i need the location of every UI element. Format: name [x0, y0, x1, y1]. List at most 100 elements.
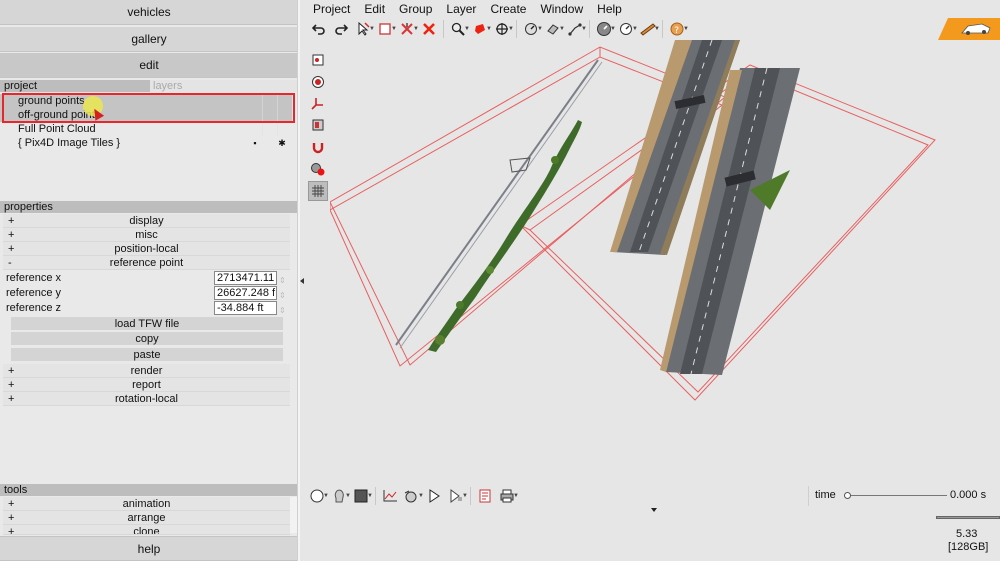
property-section-rotation-local[interactable]: + rotation-local	[3, 392, 290, 406]
asterisk-icon[interactable]: ✱	[275, 136, 289, 150]
shape-icon[interactable]: ▼	[469, 19, 492, 39]
time-value: 0.000 s	[950, 489, 987, 501]
box-icon[interactable]: ▼	[374, 19, 397, 39]
tools-item-animation[interactable]: + animation	[3, 497, 290, 511]
path-icon[interactable]: ▼	[564, 19, 587, 39]
project-item-label: Full Point Cloud	[18, 123, 96, 135]
target-icon[interactable]	[308, 72, 328, 92]
project-header: project layers	[0, 80, 298, 92]
select-icon[interactable]: ▼	[352, 19, 375, 39]
spinner-icon[interactable]: ⇕	[279, 288, 288, 300]
timeline: time 0.000 s	[808, 486, 1000, 506]
menu-layer[interactable]: Layer	[439, 2, 483, 16]
reference-y-input[interactable]: 26627.248 f	[214, 286, 277, 300]
camera-path-icon[interactable]: ▼	[401, 486, 424, 506]
load-tfw-file-button[interactable]: load TFW file	[11, 317, 283, 331]
menu-edit[interactable]: Edit	[357, 2, 392, 16]
reference-y-label: reference y	[6, 287, 62, 299]
grid-icon[interactable]	[308, 181, 328, 201]
collapse-panel-icon[interactable]	[300, 278, 304, 284]
undo-icon[interactable]	[308, 19, 330, 39]
edit-button[interactable]: edit	[0, 53, 298, 78]
menu-help[interactable]: Help	[590, 2, 629, 16]
tools-item-label: animation	[122, 498, 171, 510]
property-section-label: render	[130, 365, 163, 377]
vehicle-logo-icon	[938, 18, 1000, 40]
visibility-icon[interactable]: ▪	[248, 136, 262, 150]
help-button[interactable]: help	[0, 536, 298, 561]
project-item-full-point-cloud[interactable]: Full Point Cloud	[0, 122, 292, 136]
move-icon[interactable]: ▼	[491, 19, 514, 39]
property-section-render[interactable]: + render	[3, 364, 290, 378]
project-tab[interactable]: project	[4, 80, 37, 92]
axis-icon[interactable]	[308, 93, 328, 113]
graph-icon[interactable]	[379, 486, 401, 506]
menu-project[interactable]: Project	[306, 2, 357, 16]
redo-icon[interactable]	[330, 19, 352, 39]
reference-z-label: reference z	[6, 302, 62, 314]
paste-button[interactable]: paste	[11, 348, 283, 362]
time-slider-handle[interactable]	[844, 492, 851, 499]
copy-button[interactable]: copy	[11, 332, 283, 346]
property-section-misc[interactable]: + misc	[3, 228, 290, 242]
property-section-position-local[interactable]: + position-local	[3, 242, 290, 256]
circle-icon[interactable]: ▼	[306, 486, 329, 506]
help-icon[interactable]: ? ▼	[666, 19, 689, 39]
ruler-icon[interactable]: ▼	[637, 19, 660, 39]
viewport-dropdown-icon[interactable]	[651, 508, 657, 512]
report-icon[interactable]	[474, 486, 496, 506]
zoom-icon[interactable]: ▼	[447, 19, 470, 39]
view-camera-icon[interactable]	[308, 50, 328, 70]
reference-z-row: reference z -34.884 ft ⇕	[3, 301, 290, 316]
close-icon[interactable]	[418, 19, 440, 39]
tools-item-label: arrange	[127, 512, 166, 524]
reference-z-input[interactable]: -34.884 ft	[214, 301, 277, 315]
reference-x-row: reference x 2713471.11 ⇕	[3, 271, 290, 286]
settings-record-icon[interactable]	[308, 159, 328, 179]
paint-icon[interactable]: ▼	[542, 19, 565, 39]
tools-item-arrange[interactable]: + arrange	[3, 511, 290, 525]
memory-readout: [128GB]	[948, 541, 989, 553]
layers-tab[interactable]: layers	[150, 80, 298, 92]
tools-header: tools	[0, 484, 298, 496]
menu-group[interactable]: Group	[392, 2, 439, 16]
time-slider-track[interactable]	[847, 495, 947, 496]
property-section-label: position-local	[114, 243, 179, 255]
point-cloud-vegetation	[428, 120, 582, 352]
main-toolbar: ▼ ▼ ▼ ▼ ▼ ▼ ▼ ▼ ▼ ▼ ▼ ▼ ? ▼	[308, 19, 689, 39]
delete-points-icon[interactable]: ▼	[396, 19, 419, 39]
reference-x-input[interactable]: 2713471.11	[214, 271, 277, 285]
clock-icon[interactable]: ▼	[615, 19, 638, 39]
print-icon[interactable]: ▼	[496, 486, 519, 506]
play-icon[interactable]	[423, 486, 445, 506]
spinner-icon[interactable]: ⇕	[279, 303, 288, 315]
3d-viewport[interactable]	[330, 40, 1000, 480]
menu-window[interactable]: Window	[533, 2, 590, 16]
property-section-display[interactable]: + display	[3, 214, 290, 228]
menu-create[interactable]: Create	[483, 2, 533, 16]
layer-view-icon[interactable]	[308, 115, 328, 135]
project-item-cell[interactable]	[262, 122, 276, 136]
gauge-icon[interactable]: ▼	[593, 19, 616, 39]
progress-bar	[936, 516, 1000, 519]
tools-scrollbar[interactable]	[290, 497, 297, 533]
property-section-label: report	[132, 379, 161, 391]
square-fill-icon[interactable]: ▼	[350, 486, 373, 506]
tools-item-clone[interactable]: + clone	[3, 525, 290, 535]
properties-header: properties	[0, 201, 298, 213]
property-section-report[interactable]: + report	[3, 378, 290, 392]
head-icon[interactable]: ▼	[328, 486, 351, 506]
project-item-cell[interactable]	[277, 122, 291, 136]
spinner-icon[interactable]: ⇕	[279, 273, 288, 285]
property-section-reference-point[interactable]: - reference point	[3, 256, 290, 270]
magnet-icon[interactable]	[308, 137, 328, 157]
vehicles-button[interactable]: vehicles	[0, 0, 298, 25]
menu-bar: Project Edit Group Layer Create Window H…	[306, 2, 629, 16]
measure-icon[interactable]: ▼	[520, 19, 543, 39]
gallery-button[interactable]: gallery	[0, 27, 298, 52]
project-item-label: { Pix4D Image Tiles }	[18, 137, 121, 149]
fps-readout: 5.33	[956, 528, 978, 540]
project-item-pix4d-image-tiles[interactable]: { Pix4D Image Tiles } ▪ ✱	[0, 136, 292, 150]
play-step-icon[interactable]: ▼	[445, 486, 468, 506]
point-cloud-powerline	[395, 59, 603, 349]
